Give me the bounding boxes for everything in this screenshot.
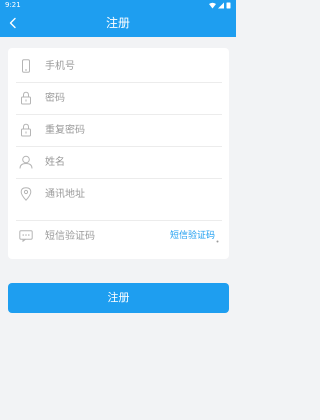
name-row: 姓名 — [8, 147, 229, 178]
sms-code-input[interactable]: 短信验证码 — [45, 227, 165, 246]
register-form: 手机号 密码 重复密码 姓名 通讯地址 短信验证码 短信验证码 — [8, 48, 229, 259]
status-time: 9:21 — [5, 1, 21, 9]
register-button[interactable]: 注册 — [8, 283, 229, 313]
message-icon — [19, 229, 33, 243]
phone-input[interactable]: 手机号 — [45, 57, 221, 76]
password-row: 密码 — [8, 83, 229, 114]
back-arrow-icon — [9, 17, 16, 29]
back-button[interactable] — [4, 14, 22, 32]
name-input[interactable]: 姓名 — [45, 153, 221, 172]
lock-icon — [19, 91, 33, 105]
user-icon — [19, 155, 33, 169]
wifi-icon — [209, 2, 216, 9]
page-title: 注册 — [105, 16, 130, 30]
address-input[interactable]: 通讯地址 — [45, 185, 221, 204]
phone-icon — [19, 59, 33, 73]
sms-code-row: 短信验证码 短信验证码 — [8, 221, 229, 252]
app-header: 9:21 注册 — [0, 0, 236, 37]
get-sms-code-button[interactable]: 短信验证码 — [170, 229, 215, 243]
status-icons — [208, 2, 232, 9]
signal-icon — [218, 2, 224, 9]
phone-row: 手机号 — [8, 51, 229, 82]
lock-icon — [19, 123, 33, 137]
location-pin-icon — [19, 187, 33, 201]
confirm-password-input[interactable]: 重复密码 — [45, 121, 221, 140]
nav-bar: 注册 — [0, 11, 236, 37]
confirm-password-row: 重复密码 — [8, 115, 229, 146]
battery-icon — [226, 2, 231, 9]
status-bar: 9:21 — [0, 0, 236, 11]
password-input[interactable]: 密码 — [45, 89, 221, 108]
